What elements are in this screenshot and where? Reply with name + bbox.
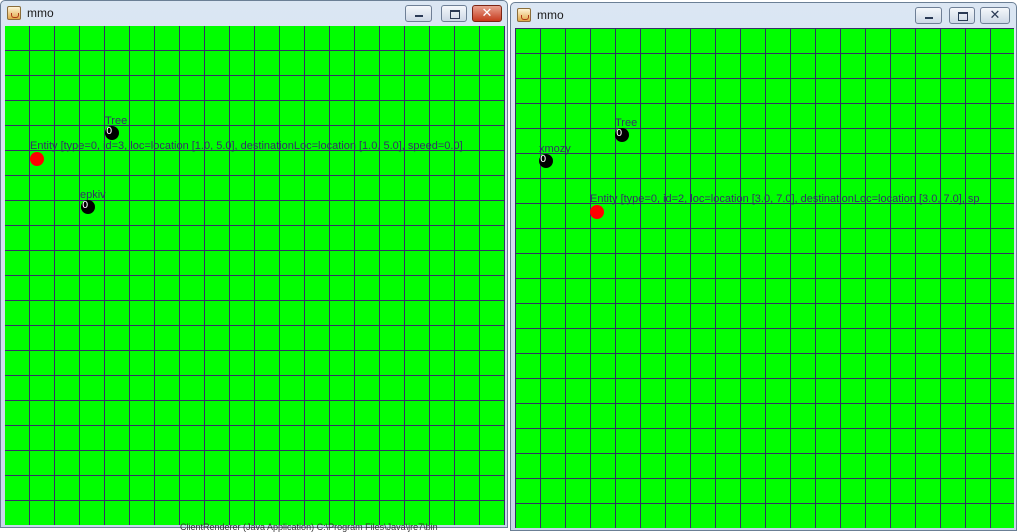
entity-dot: 0 <box>81 200 95 214</box>
minimize-button[interactable] <box>405 5 432 22</box>
maximize-icon <box>958 12 968 21</box>
entity-counter: 0 <box>616 128 623 139</box>
mmo-window-1[interactable]: mmo ✕ Tree 0 Entity [type=0, id=3, loc=l… <box>0 0 508 528</box>
maximize-button[interactable] <box>441 5 467 22</box>
entity-name: Entity [type=0, id=2, loc=location [3.0,… <box>590 193 980 205</box>
close-button[interactable]: ✕ <box>472 5 502 22</box>
maximize-button[interactable] <box>949 7 975 24</box>
entity-dot: 0 <box>539 154 553 168</box>
title-bar[interactable]: mmo ✕ <box>511 3 1016 27</box>
close-icon: ✕ <box>481 6 493 21</box>
entity-counter: 0 <box>82 200 89 211</box>
minimize-button[interactable] <box>915 7 942 24</box>
entity-counter: 0 <box>106 126 113 137</box>
game-grid-canvas[interactable]: Tree 0 xmozy 0 Entity [type=0, id=2, loc… <box>515 28 1014 528</box>
close-icon: ✕ <box>989 8 1001 23</box>
entity-name: Entity [type=0, id=3, loc=location [1.0,… <box>30 140 463 152</box>
maximize-icon <box>450 10 460 19</box>
minimize-icon <box>925 17 933 19</box>
entity-counter: 0 <box>540 154 547 165</box>
entity-dot: 0 <box>105 126 119 140</box>
game-grid-canvas[interactable]: Tree 0 Entity [type=0, id=3, loc=locatio… <box>5 26 505 525</box>
title-bar[interactable]: mmo ✕ <box>1 1 507 25</box>
window-title: mmo <box>27 6 54 20</box>
entity-dot <box>30 152 44 166</box>
window-title: mmo <box>537 8 564 22</box>
close-button[interactable]: ✕ <box>980 7 1010 24</box>
java-coffee-icon[interactable] <box>517 8 531 22</box>
minimize-icon <box>415 15 423 17</box>
entity-dot <box>590 205 604 219</box>
mmo-window-2[interactable]: mmo ✕ Tree 0 xmozy 0 Entity [type=0, id=… <box>510 2 1017 531</box>
java-coffee-icon[interactable] <box>7 6 21 20</box>
entity-dot: 0 <box>615 128 629 142</box>
